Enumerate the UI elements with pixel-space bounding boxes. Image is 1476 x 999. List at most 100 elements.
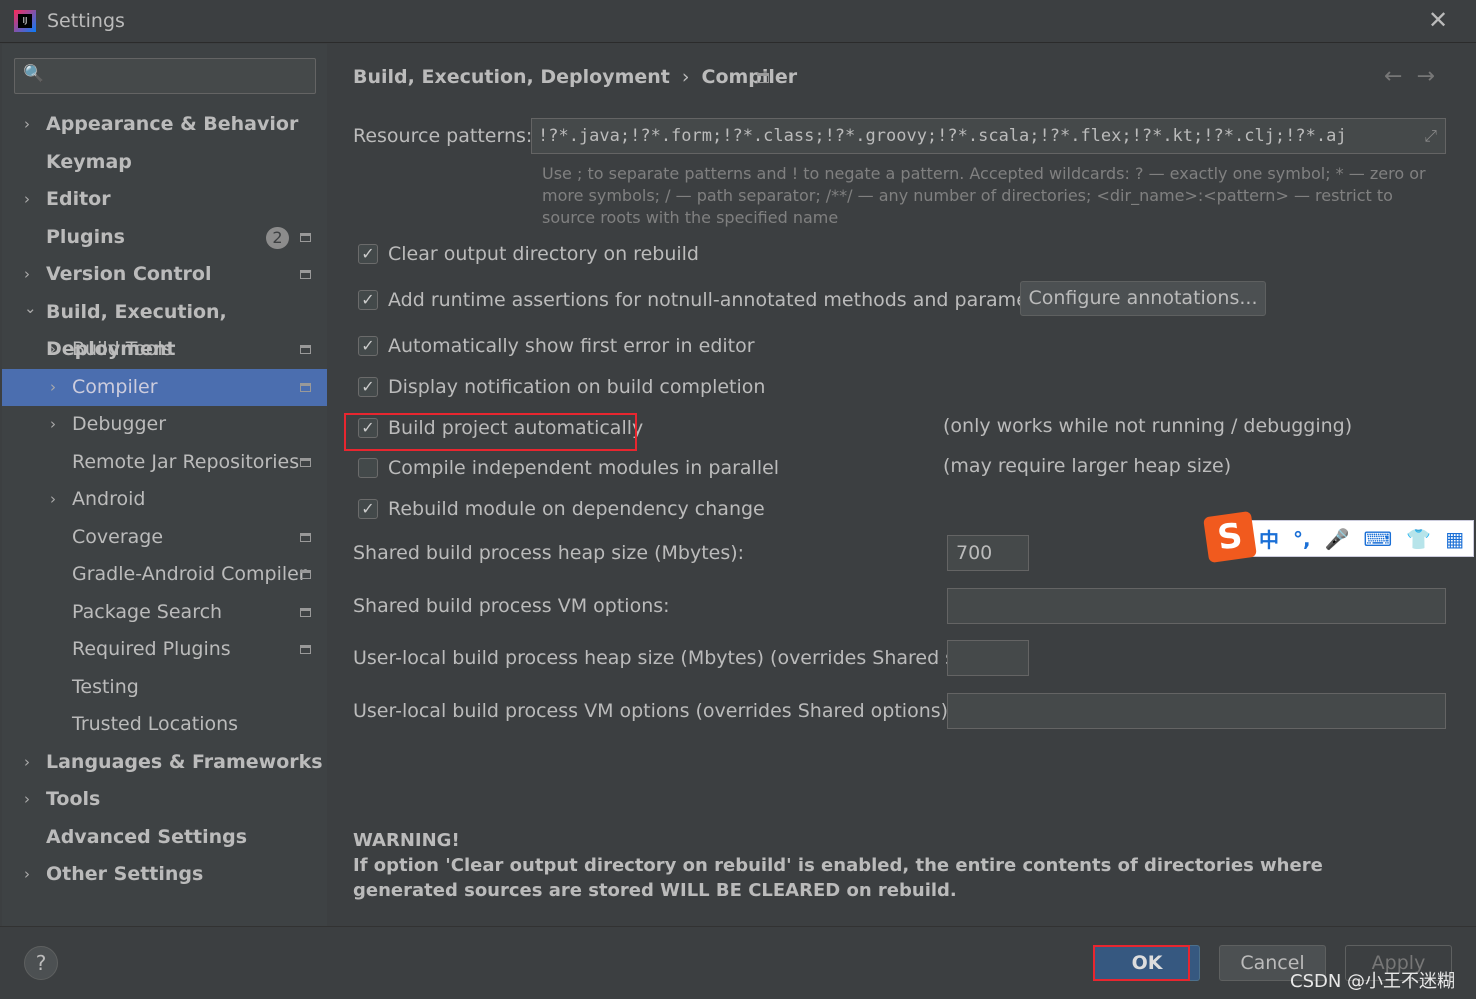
field-input[interactable] <box>947 693 1446 729</box>
project-level-icon <box>300 345 311 354</box>
option-label[interactable]: Add runtime assertions for notnull-annot… <box>388 289 1065 311</box>
sidebar-item[interactable]: Gradle-Android Compiler <box>2 556 327 593</box>
option-note: (may require larger heap size) <box>943 455 1232 477</box>
field-input[interactable]: 700 <box>947 535 1029 571</box>
sidebar-item[interactable]: › Languages & Frameworks <box>2 744 327 781</box>
option-label[interactable]: Rebuild module on dependency change <box>388 498 765 520</box>
checkbox[interactable]: ✓ <box>358 244 378 264</box>
sidebar-item[interactable]: › Android <box>2 481 327 518</box>
history-nav: ←→ <box>1384 64 1449 89</box>
chevron-right-icon[interactable]: › <box>24 744 30 781</box>
checkbox[interactable]: ✓ <box>358 290 378 310</box>
sidebar-item-label: Remote Jar Repositories <box>72 451 300 473</box>
checkbox[interactable]: ✓ <box>358 336 378 356</box>
checkbox[interactable]: ✓ <box>358 499 378 519</box>
chevron-right-icon[interactable]: › <box>24 181 30 218</box>
project-level-icon <box>757 73 769 83</box>
breadcrumb-separator: › <box>681 66 690 88</box>
sidebar-item-label: Appearance & Behavior <box>46 113 299 135</box>
sidebar-item-label: Package Search <box>72 601 223 623</box>
field-label: User-local build process heap size (Mbyt… <box>353 647 996 669</box>
field-input[interactable] <box>947 588 1446 624</box>
sidebar-item[interactable]: Remote Jar Repositories <box>2 444 327 481</box>
chevron-right-icon[interactable]: › <box>24 256 30 293</box>
chevron-right-icon[interactable]: › <box>50 331 56 368</box>
project-level-icon <box>300 645 311 654</box>
chevron-right-icon[interactable]: › <box>24 106 30 143</box>
resource-patterns-hint: Use ; to separate patterns and ! to nega… <box>542 164 1426 227</box>
warning-message: WARNING! If option 'Clear output director… <box>353 828 1433 903</box>
microphone-icon[interactable]: 🎤 <box>1325 527 1350 551</box>
option-label[interactable]: Automatically show first error in editor <box>388 335 755 357</box>
sidebar-item-label: Other Settings <box>46 863 204 885</box>
chevron-right-icon[interactable]: › <box>50 406 56 443</box>
sidebar-item[interactable]: › Version Control <box>2 256 327 293</box>
option-label[interactable]: Clear output directory on rebuild <box>388 243 699 265</box>
punctuation-icon[interactable]: °, <box>1293 527 1311 551</box>
sidebar-item[interactable]: › Editor <box>2 181 327 218</box>
sidebar-item[interactable]: › Appearance & Behavior <box>2 106 327 143</box>
sidebar-item[interactable]: Keymap <box>2 144 327 181</box>
sidebar-item[interactable]: ⌄ Build, Execution, Deployment <box>2 294 327 360</box>
highlight-box <box>1093 945 1190 981</box>
back-arrow-icon[interactable]: ← <box>1384 64 1416 89</box>
sidebar-item[interactable]: › Compiler <box>2 369 327 406</box>
sidebar-item[interactable]: Coverage <box>2 519 327 556</box>
sogou-logo-icon[interactable]: S <box>1203 510 1257 564</box>
project-level-icon <box>300 233 311 242</box>
field-input[interactable] <box>947 640 1029 676</box>
highlight-box <box>344 413 637 451</box>
sidebar-item[interactable]: Required Plugins <box>2 631 327 668</box>
sidebar-item-label: Gradle-Android Compiler <box>72 563 307 585</box>
breadcrumb-current: Compiler <box>701 66 798 88</box>
project-level-icon <box>300 458 311 467</box>
forward-arrow-icon[interactable]: → <box>1416 64 1448 89</box>
chevron-right-icon[interactable]: › <box>24 856 30 893</box>
close-icon[interactable]: ✕ <box>1428 6 1448 34</box>
option-label[interactable]: Compile independent modules in parallel <box>388 457 779 479</box>
field-label: Shared build process VM options: <box>353 595 670 617</box>
help-button[interactable]: ? <box>24 946 58 980</box>
toolbox-icon[interactable]: ▦ <box>1445 527 1464 551</box>
breadcrumb-parent[interactable]: Build, Execution, Deployment <box>353 66 670 88</box>
sidebar-item[interactable]: Trusted Locations <box>2 706 327 743</box>
resource-patterns-input[interactable]: !?*.java;!?*.form;!?*.class;!?*.groovy;!… <box>531 118 1446 154</box>
checkbox[interactable]: ✓ <box>358 377 378 397</box>
field-label: Shared build process heap size (Mbytes): <box>353 542 745 564</box>
sidebar-item-label: Testing <box>72 676 139 698</box>
skin-icon[interactable]: 👕 <box>1406 527 1431 551</box>
sidebar-item-label: Trusted Locations <box>72 713 239 735</box>
sidebar-item-label: Build Tools <box>72 338 173 360</box>
resource-patterns-value: !?*.java;!?*.form;!?*.class;!?*.groovy;!… <box>538 126 1347 146</box>
warning-text: If option 'Clear output directory on reb… <box>353 855 1323 901</box>
sidebar-item[interactable]: Advanced Settings <box>2 819 327 856</box>
sidebar-item[interactable]: Package Search <box>2 594 327 631</box>
resource-patterns-label: Resource patterns: <box>353 125 533 147</box>
project-level-icon <box>300 533 311 542</box>
search-icon: 🔍 <box>23 64 45 84</box>
sidebar-item[interactable]: › Build Tools <box>2 331 327 368</box>
sidebar-item[interactable]: › Debugger <box>2 406 327 443</box>
chinese-mode-icon[interactable]: 中 <box>1259 524 1279 553</box>
watermark: CSDN @小王不迷糊 <box>1290 971 1456 992</box>
checkbox[interactable] <box>358 458 378 478</box>
sidebar-item[interactable]: Testing <box>2 669 327 706</box>
option-label[interactable]: Display notification on build completion <box>388 376 765 398</box>
option-note: (only works while not running / debuggin… <box>943 415 1353 437</box>
project-level-icon <box>300 570 311 579</box>
chevron-right-icon[interactable]: › <box>50 369 56 406</box>
sidebar-item[interactable]: Plugins 2 <box>2 219 327 256</box>
intellij-app-icon: IJ <box>14 10 36 32</box>
keyboard-icon[interactable]: ⌨ <box>1364 527 1393 551</box>
sidebar-item[interactable]: › Tools <box>2 781 327 818</box>
title-bar <box>0 0 1476 43</box>
chevron-down-icon[interactable]: ⌄ <box>24 290 37 327</box>
sidebar-item[interactable]: › Other Settings <box>2 856 327 893</box>
settings-search-input[interactable]: 🔍 <box>14 58 316 94</box>
warning-title: WARNING! <box>353 830 460 851</box>
chevron-right-icon[interactable]: › <box>24 781 30 818</box>
expand-icon[interactable]: ⤢ <box>1424 126 1437 146</box>
chevron-right-icon[interactable]: › <box>50 481 56 518</box>
project-level-icon <box>300 270 311 279</box>
configure-annotations-button[interactable]: Configure annotations... <box>1020 281 1266 316</box>
